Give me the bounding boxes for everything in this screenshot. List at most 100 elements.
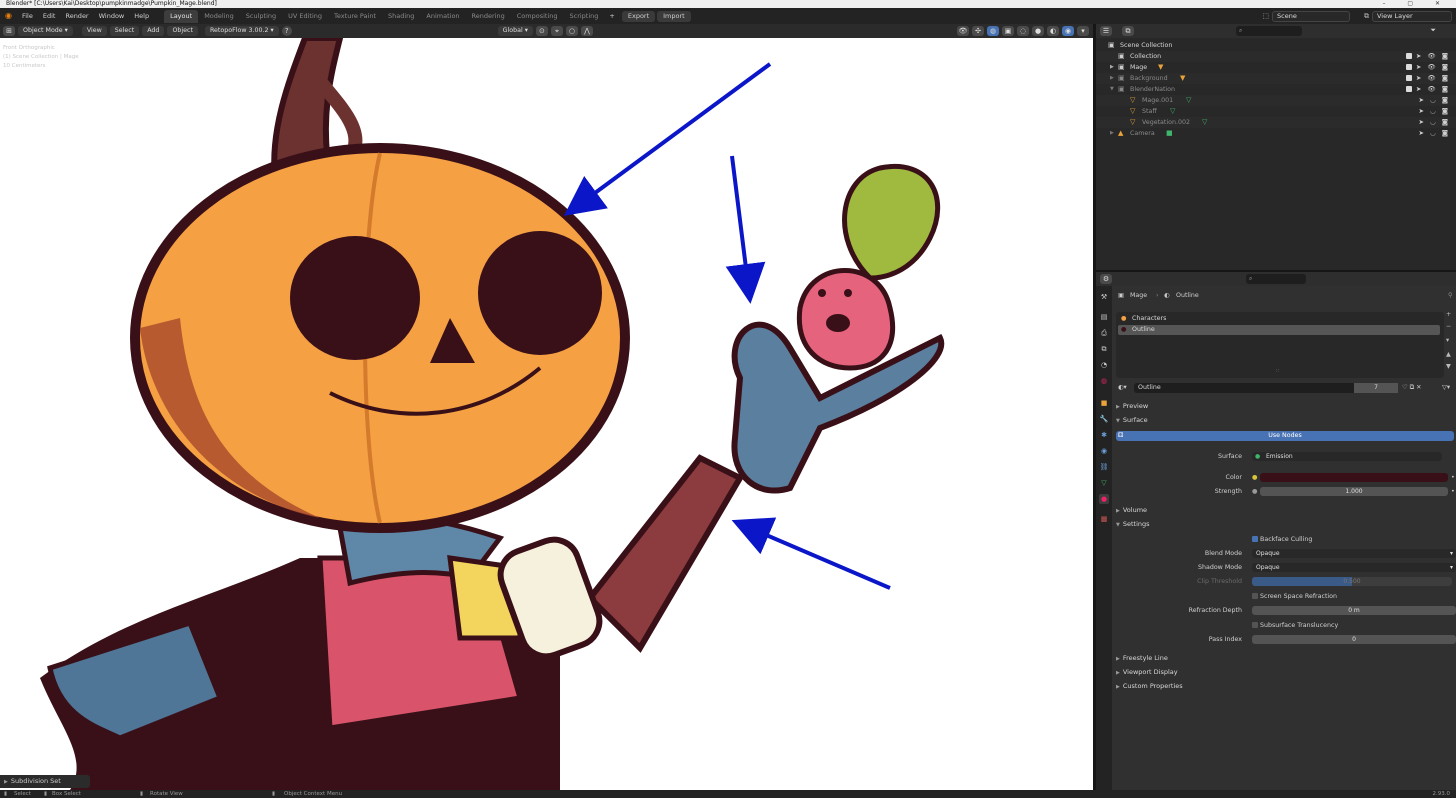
scene-selector[interactable]: Scene [1272, 10, 1350, 22]
visibility-toggles[interactable]: ➤ ◡ ◙ [1418, 128, 1450, 139]
modifier-tab-icon[interactable]: 🔧 [1099, 414, 1109, 424]
material-shading-icon[interactable]: ◐ [1047, 26, 1059, 36]
texture-tab-icon[interactable]: ▩ [1099, 514, 1109, 524]
shading-options-icon[interactable]: ▾ [1077, 26, 1089, 36]
add-menu[interactable]: Add [142, 26, 165, 36]
filter-icon[interactable]: ⏷ [1430, 26, 1436, 35]
tab-compositing[interactable]: Compositing [511, 10, 564, 23]
section-viewport-display[interactable]: ▶ Viewport Display [1116, 667, 1178, 678]
editor-type-icon[interactable]: ⊞ [3, 26, 15, 36]
object-menu[interactable]: Object [167, 26, 198, 36]
tab-rendering[interactable]: Rendering [466, 10, 511, 23]
pin-icon[interactable]: ⚲ [1448, 291, 1453, 301]
material-slot-outline[interactable]: ● Outline [1118, 325, 1440, 335]
blend-mode-dropdown[interactable]: Opaque ▾ [1252, 549, 1456, 558]
help-icon[interactable]: ? [281, 26, 292, 36]
view-layer-selector[interactable]: View Layer [1372, 10, 1452, 22]
visibility-toggles[interactable]: ➤ ◡ ◙ [1418, 106, 1450, 117]
visibility-icon[interactable]: 👁 [957, 26, 969, 36]
collapse-icon[interactable]: ▼ [1110, 84, 1114, 95]
fake-user-icon[interactable]: ♡ ⧉ ✕ [1402, 383, 1421, 393]
tab-scripting[interactable]: Scripting [564, 10, 605, 23]
rendered-shading-icon[interactable]: ◉ [1062, 26, 1074, 36]
outliner-row-background[interactable]: ▶ ▣ Background ▼ ➤ 👁 ◙ [1096, 73, 1456, 84]
visibility-toggles[interactable]: ➤ 👁 ◙ [1405, 51, 1450, 62]
outliner-row-mage[interactable]: ▶ ▣ Mage ▼ ➤ 👁 ◙ [1096, 62, 1456, 73]
proportional-edit-icon[interactable]: ○ [565, 26, 578, 36]
section-freestyle-line[interactable]: ▶ Freestyle Line [1116, 653, 1168, 664]
outliner-row-scene-collection[interactable]: ▣ Scene Collection [1096, 40, 1456, 51]
visibility-toggles[interactable]: ➤ 👁 ◙ [1405, 84, 1450, 95]
keyframe-dot-icon[interactable]: • [1451, 473, 1455, 483]
move-up-icon[interactable]: ▲ [1446, 350, 1451, 360]
outliner-editor-icon[interactable]: ☰ [1100, 26, 1112, 36]
surface-shader-field[interactable]: ● Emission [1252, 452, 1442, 461]
ssr-checkbox[interactable]: Screen Space Refraction [1252, 592, 1337, 602]
constraints-tab-icon[interactable]: ⛓ [1099, 462, 1109, 472]
section-preview[interactable]: ▶ Preview [1116, 401, 1148, 412]
material-user-count[interactable]: 7 [1354, 383, 1398, 393]
falloff-icon[interactable]: ⋀ [580, 26, 593, 36]
import-button[interactable]: Import [657, 10, 691, 22]
use-nodes-button[interactable]: Use Nodes [1116, 431, 1454, 441]
section-custom-properties[interactable]: ▶ Custom Properties [1116, 681, 1183, 692]
object-tab-icon[interactable]: ■ [1099, 398, 1109, 408]
menu-help[interactable]: Help [129, 8, 154, 24]
remove-slot-icon[interactable]: − [1446, 322, 1451, 332]
pivot-icon[interactable]: ⊙ [535, 26, 548, 36]
view-layer-tab-icon[interactable]: ⧉ [1099, 344, 1109, 354]
shadow-mode-dropdown[interactable]: Opaque ▾ [1252, 563, 1456, 572]
material-slot-characters[interactable]: ● Characters [1118, 314, 1440, 324]
tab-layout[interactable]: Layout [164, 9, 199, 23]
slot-specials-icon[interactable]: ▾ [1446, 336, 1449, 346]
tool-tab-icon[interactable]: ⚒ [1099, 292, 1109, 302]
view-menu[interactable]: View [81, 26, 107, 36]
outliner-row-staff[interactable]: ▽ Staff ▽ ➤ ◡ ◙ [1096, 106, 1456, 117]
tab-animation[interactable]: Animation [420, 10, 465, 23]
move-down-icon[interactable]: ▼ [1446, 362, 1451, 372]
object-mode-dropdown[interactable]: Object Mode ▾ [18, 26, 73, 36]
physics-tab-icon[interactable]: ◉ [1099, 446, 1109, 456]
tab-modeling[interactable]: Modeling [198, 10, 240, 23]
color-swatch[interactable] [1260, 473, 1448, 482]
render-tab-icon[interactable]: ▤ [1099, 312, 1109, 322]
xray-icon[interactable]: ▣ [1002, 26, 1014, 36]
particles-tab-icon[interactable]: ✱ [1099, 430, 1109, 440]
select-menu[interactable]: Select [109, 26, 140, 36]
clip-threshold-slider[interactable]: 0.500 [1252, 577, 1452, 586]
wireframe-shading-icon[interactable]: ◌ [1017, 26, 1029, 36]
outliner-row-mage-001[interactable]: ▽ Mage.001 ▽ ➤ ◡ ◙ [1096, 95, 1456, 106]
outliner-search-field[interactable]: ⌕ [1236, 26, 1302, 36]
3d-viewport[interactable]: Front Orthographic (1) Scene Collection … [0, 38, 1093, 790]
pass-index-field[interactable]: 0 [1252, 635, 1456, 644]
tab-texture-paint[interactable]: Texture Paint [328, 10, 382, 23]
expand-icon[interactable]: ▶ [1110, 62, 1114, 73]
outliner-row-blendernation[interactable]: ▼ ▣ BlenderNation ➤ 👁 ◙ [1096, 84, 1456, 95]
display-mode-icon[interactable]: ⧉ [1122, 26, 1134, 36]
gizmo-icon[interactable]: ✣ [972, 26, 984, 36]
subsurface-checkbox[interactable]: Subsurface Translucency [1252, 621, 1338, 631]
solid-shading-icon[interactable]: ● [1032, 26, 1044, 36]
scene-tab-icon[interactable]: ◔ [1099, 360, 1109, 370]
outliner-row-collection[interactable]: ▣ Collection ➤ 👁 ◙ [1096, 51, 1456, 62]
refraction-depth-field[interactable]: 0 m [1252, 606, 1456, 615]
add-slot-icon[interactable]: + [1446, 310, 1451, 320]
material-tab-icon[interactable]: ● [1099, 494, 1109, 504]
export-button[interactable]: Export [621, 10, 656, 22]
menu-render[interactable]: Render [60, 8, 93, 24]
output-tab-icon[interactable]: ⎙ [1099, 328, 1109, 338]
visibility-toggles[interactable]: ➤ 👁 ◙ [1405, 62, 1450, 73]
blender-logo-icon[interactable]: ◉ [0, 8, 17, 24]
list-grip-icon[interactable]: ∷ [1276, 368, 1279, 374]
menu-window[interactable]: Window [94, 8, 130, 24]
menu-edit[interactable]: Edit [38, 8, 61, 24]
expand-icon[interactable]: ▶ [1110, 73, 1114, 84]
add-workspace-button[interactable]: + [604, 8, 619, 24]
last-operator-panel[interactable]: ▶ Subdivision Set [0, 775, 90, 788]
tab-shading[interactable]: Shading [382, 10, 420, 23]
visibility-toggles[interactable]: ➤ ◡ ◙ [1418, 95, 1450, 106]
strength-field[interactable]: 1.000 [1260, 487, 1448, 496]
transform-orientation-dropdown[interactable]: Global ▾ [497, 26, 533, 36]
backface-culling-checkbox[interactable]: Backface Culling [1252, 535, 1312, 545]
outliner-row-vegetation[interactable]: ▽ Vegetation.002 ▽ ➤ ◡ ◙ [1096, 117, 1456, 128]
